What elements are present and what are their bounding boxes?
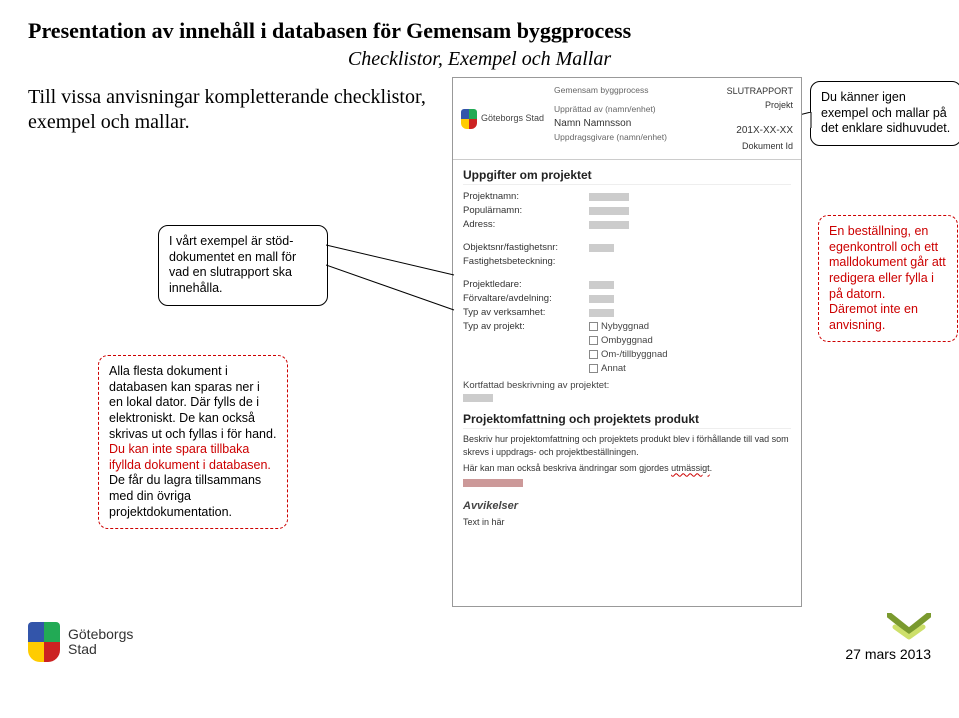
check-om: Ombyggnad — [601, 335, 653, 346]
redact — [589, 309, 614, 317]
label-objektsnr: Objektsnr/fastighetsnr: — [463, 242, 583, 253]
callout-alla-flesta: Alla flesta dokument i databasen kan spa… — [98, 355, 288, 529]
callout-text: Du känner igen exempel och mallar på det… — [821, 90, 950, 135]
doc-meta-uppd: Uppdragsgivare (namn/enhet) — [554, 131, 717, 144]
callout-best-red: Däremot inte en anvisning. — [829, 302, 918, 332]
doc-date: 201X-XX-XX — [727, 123, 793, 139]
doc-meta-label: Upprättad av (namn/enhet) — [554, 103, 717, 116]
label-adress: Adress: — [463, 219, 583, 230]
doc-logo: Göteborgs Stad — [461, 84, 544, 153]
redact — [463, 394, 493, 402]
doc-heading-omfattning: Projektomfattning och projektets produkt — [463, 412, 791, 429]
doc-body: Uppgifter om projektet Projektnamn: Popu… — [453, 160, 801, 536]
footer-right: 27 mars 2013 — [845, 613, 931, 662]
doc-avvikelser-text: Text in här — [463, 516, 791, 529]
check-omtill: Om-/tillbyggnad — [601, 349, 668, 360]
doc-id: Dokument Id — [727, 139, 793, 153]
callout-bestallning: En beställning, en egenkontroll och ett … — [818, 215, 958, 342]
label-projektnamn: Projektnamn: — [463, 191, 583, 202]
callout-top-right: Du känner igen exempel och mallar på det… — [810, 81, 959, 146]
doc-header: Göteborgs Stad Gemensam byggprocess Uppr… — [453, 78, 801, 160]
doc-omf-text1: Beskriv hur projektomfattning och projek… — [463, 433, 791, 458]
document-preview: Göteborgs Stad Gemensam byggprocess Uppr… — [452, 77, 802, 607]
label-typproj: Typ av projekt: — [463, 321, 583, 332]
footer-logo: Göteborgs Stad — [28, 622, 133, 662]
doc-meta-right: SLUTRAPPORT Projekt 201X-XX-XX Dokument … — [727, 84, 793, 153]
chevron-icon — [887, 613, 931, 641]
doc-proj: Projekt — [727, 98, 793, 112]
doc-logo-text: Göteborgs Stad — [481, 114, 544, 123]
doc-heading-uppgifter: Uppgifter om projektet — [463, 168, 791, 185]
callout-stod: I vårt exempel är stöd-dokumentet en mal… — [158, 225, 328, 306]
redact — [589, 207, 629, 215]
footer: Göteborgs Stad 27 mars 2013 — [28, 613, 931, 662]
doc-meta-name: Namn Namnsson — [554, 116, 717, 131]
shield-icon — [461, 109, 477, 129]
intro-text: Till vissa anvisningar kompletterande ch… — [28, 85, 448, 135]
doc-omf-text2: Här kan man också beskriva ändringar som… — [463, 462, 791, 475]
footer-logo-line2: Stad — [68, 642, 133, 657]
check-annat: Annat — [601, 363, 626, 374]
checkbox-icon — [589, 322, 598, 331]
callout-alla-text: Alla flesta dokument i databasen kan spa… — [109, 364, 276, 441]
check-ny: Nybyggnad — [601, 321, 649, 332]
leader-line — [326, 235, 456, 315]
redact — [589, 221, 629, 229]
callout-stod-text: I vårt exempel är stöd-dokumentet en mal… — [169, 234, 296, 295]
doc-omf-text2c: . — [710, 463, 713, 473]
redact — [589, 193, 629, 201]
label-popularnamn: Populärnamn: — [463, 205, 583, 216]
footer-logo-line1: Göteborgs — [68, 627, 133, 642]
main-content: Till vissa anvisningar kompletterande ch… — [28, 85, 931, 605]
doc-omf-text2a: Här kan man också beskriva ändringar som… — [463, 463, 671, 473]
redact — [589, 295, 614, 303]
label-projled: Projektledare: — [463, 279, 583, 290]
page-subtitle: Checklistor, Exempel och Mallar — [28, 48, 931, 71]
checkbox-icon — [589, 350, 598, 359]
label-forvalt: Förvaltare/avdelning: — [463, 293, 583, 304]
callout-alla-red1: Du kan inte spara tillbaka ifyllda dokum… — [109, 442, 271, 472]
doc-meta-process: Gemensam byggprocess — [554, 84, 717, 97]
label-typverk: Typ av verksamhet: — [463, 307, 583, 318]
doc-type: SLUTRAPPORT — [727, 84, 793, 98]
label-kortf: Kortfattad beskrivning av projektet: — [463, 380, 609, 391]
callout-alla-red2: De får du lagra tillsammans med din övri… — [109, 473, 261, 518]
redact-red — [463, 479, 523, 487]
doc-avvikelser-heading: Avvikelser — [463, 500, 791, 512]
redact — [589, 281, 614, 289]
redact — [589, 244, 614, 252]
shield-icon — [28, 622, 60, 662]
label-fastbet: Fastighetsbeteckning: — [463, 256, 583, 267]
doc-omf-text2b: utmässigt — [671, 463, 710, 473]
page-title: Presentation av innehåll i databasen för… — [28, 18, 931, 44]
checkbox-icon — [589, 364, 598, 373]
callout-best-text: En beställning, en egenkontroll och ett … — [829, 224, 946, 301]
checkbox-icon — [589, 336, 598, 345]
footer-date: 27 mars 2013 — [845, 646, 931, 662]
doc-meta-left: Gemensam byggprocess Upprättad av (namn/… — [554, 84, 717, 153]
